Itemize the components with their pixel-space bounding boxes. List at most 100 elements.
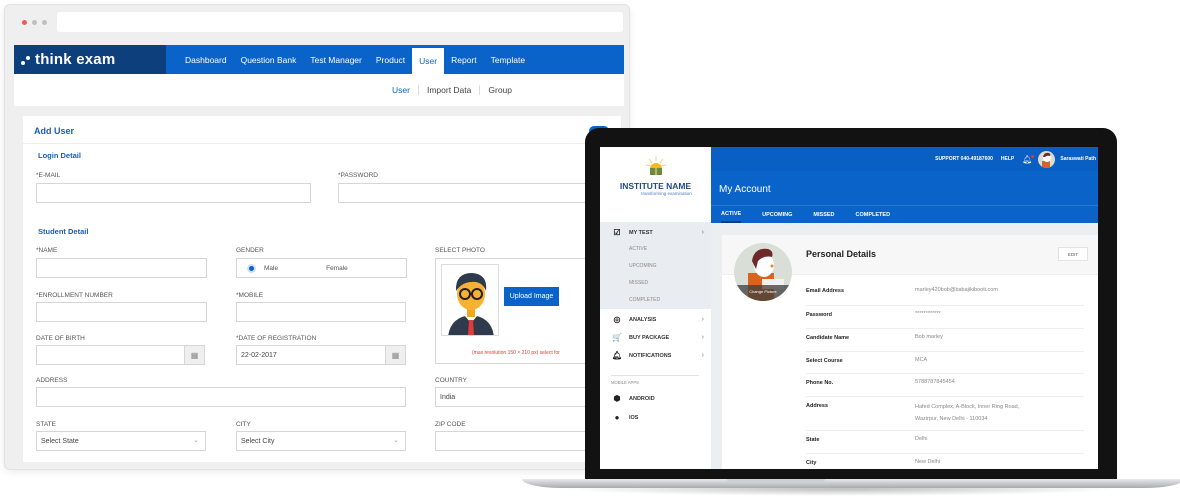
enrollment-field[interactable]: [36, 302, 207, 322]
detail-key: Select Course: [806, 358, 843, 364]
close-dot-icon[interactable]: [22, 20, 27, 25]
menu-analysis[interactable]: ◎ ANALYSIS ›: [612, 315, 705, 324]
support-phone[interactable]: SUPPORT 040-49187600: [935, 156, 993, 162]
dob-field[interactable]: ▦: [36, 345, 205, 365]
detail-row-city: City New Delhi: [806, 454, 1084, 469]
gender-radio-group: Male Female: [236, 258, 407, 278]
institute-name: INSTITUTE NAME: [619, 181, 692, 191]
photo-resolution-note: (max resolution 150 × 210 px) select for: [472, 350, 560, 356]
password-field[interactable]: [338, 183, 621, 203]
profile-picture[interactable]: Change Picture: [734, 243, 792, 301]
city-label: CITY: [236, 421, 251, 428]
name-field[interactable]: [36, 258, 207, 278]
chevron-down-icon: ⌄: [193, 437, 199, 444]
mobile-apps-caption: MOBILE APPS: [611, 380, 639, 385]
dor-value: 22-02-2017: [241, 351, 277, 359]
address-bar[interactable]: [57, 12, 623, 32]
sub-nav: User Import Data Group: [14, 74, 624, 106]
maximize-dot-icon[interactable]: [42, 20, 47, 25]
address-field[interactable]: [36, 387, 406, 407]
upload-image-button[interactable]: Upload Image: [504, 287, 559, 306]
menu-notifications[interactable]: 🔔︎ NOTIFICATIONS ›: [612, 351, 704, 360]
mobile-label: *MOBILE: [236, 292, 264, 299]
detail-row-address: Address Hafed Complex, A-Block, Inner Ri…: [806, 397, 1084, 431]
country-label: COUNTRY: [435, 377, 468, 384]
submenu-completed[interactable]: COMPLETED: [629, 297, 660, 303]
menu-my-test[interactable]: ☑ MY TEST ›: [612, 228, 704, 237]
menu-analysis-label: ANALYSIS: [629, 316, 657, 323]
gender-male-label[interactable]: Male: [264, 265, 278, 272]
tab-active[interactable]: ACTIVE: [721, 206, 742, 223]
laptop-notch: [727, 479, 825, 483]
help-link[interactable]: HELP: [1001, 156, 1014, 162]
chevron-right-icon: ›: [701, 316, 704, 323]
institute-logo[interactable]: INSTITUTE NAME transforming examination: [600, 155, 711, 196]
email-label: *E-MAIL: [36, 172, 61, 179]
nav-user[interactable]: User: [412, 48, 445, 74]
detail-value: Delhi: [915, 436, 928, 442]
person-avatar-icon: [448, 273, 494, 335]
nav-question-bank[interactable]: Question Bank: [234, 45, 304, 74]
tab-missed[interactable]: MISSED: [813, 206, 834, 223]
city-select[interactable]: Select City ⌄: [236, 431, 406, 451]
main-nav: Dashboard Question Bank Test Manager Pro…: [166, 45, 532, 74]
zip-label: ZIP CODE: [435, 421, 466, 428]
state-label: STATE: [36, 421, 56, 428]
menu-buy-package[interactable]: 🛒 BUY PACKAGE ›: [612, 333, 704, 342]
nav-report[interactable]: Report: [444, 45, 484, 74]
page-title: My Account: [711, 171, 1098, 205]
menu-ios-label: IOS: [629, 414, 639, 421]
nav-test-manager[interactable]: Test Manager: [303, 45, 369, 74]
detail-value: ************: [915, 311, 941, 317]
brand-logo[interactable]: think exam: [14, 45, 166, 74]
country-value: India: [440, 393, 456, 401]
detail-row-course: Select Course MCA: [806, 352, 1084, 374]
subnav-user[interactable]: User: [384, 85, 418, 95]
menu-android[interactable]: ⬢ ANDROID: [612, 394, 704, 403]
nav-template[interactable]: Template: [484, 45, 533, 74]
state-select[interactable]: Select State ⌄: [36, 431, 206, 451]
detail-row-state: State Delhi: [806, 431, 1084, 454]
submenu-upcoming[interactable]: UPCOMING: [629, 263, 657, 269]
submenu-missed[interactable]: MISSED: [629, 280, 648, 286]
subnav-import-data[interactable]: Import Data: [417, 85, 479, 95]
user-name[interactable]: Saraswati Path: [1060, 156, 1096, 162]
nav-dashboard[interactable]: Dashboard: [178, 45, 234, 74]
bell-outline-icon: 🔔︎: [612, 351, 623, 360]
student-sidebar: INSTITUTE NAME transforming examination …: [600, 147, 711, 469]
menu-ios[interactable]: ● IOS: [612, 413, 704, 422]
analysis-gauge-icon: ◎: [613, 315, 621, 324]
login-detail-heading: Login Detail: [38, 151, 81, 160]
menu-divider: [611, 375, 699, 376]
brand-name: think exam: [35, 51, 116, 68]
institute-sun-book-icon: [645, 155, 667, 177]
change-picture-label[interactable]: Change Picture: [734, 285, 792, 301]
student-detail-heading: Student Detail: [38, 227, 89, 236]
minimize-dot-icon[interactable]: [32, 20, 37, 25]
add-user-form: Add User Login Detail *E-MAIL *PASSWORD …: [23, 116, 623, 462]
radio-male[interactable]: [247, 263, 256, 273]
detail-value: marley420bob@babajikibooti.com: [915, 287, 998, 293]
edit-button[interactable]: EDIT: [1058, 247, 1088, 261]
email-field[interactable]: [36, 183, 311, 203]
detail-key: Address: [806, 403, 829, 409]
dor-label: *DATE OF REGISTRATION: [236, 335, 317, 342]
submenu-active[interactable]: ACTIVE: [629, 246, 647, 252]
calendar-icon[interactable]: ▦: [184, 346, 204, 364]
dor-field[interactable]: 22-02-2017 ▦: [236, 345, 406, 365]
laptop-base: [522, 479, 1180, 488]
detail-value: MCA: [915, 357, 928, 363]
app-header: think exam Dashboard Question Bank Test …: [14, 45, 624, 74]
tab-upcoming[interactable]: UPCOMING: [762, 206, 792, 223]
tab-completed[interactable]: COMPLETED: [856, 206, 891, 223]
user-avatar[interactable]: [1038, 150, 1056, 168]
notification-bell-icon[interactable]: 🔔︎: [1022, 154, 1035, 164]
calendar-icon[interactable]: ▦: [385, 346, 405, 364]
subnav-group[interactable]: Group: [479, 85, 520, 95]
detail-value: Bob marley: [915, 334, 943, 340]
portal-topbar: SUPPORT 040-49187600 HELP 🔔︎ Saraswati P…: [711, 147, 1098, 171]
cart-icon: 🛒: [612, 333, 622, 342]
gender-female-label[interactable]: Female: [326, 265, 348, 272]
nav-product[interactable]: Product: [369, 45, 412, 74]
mobile-field[interactable]: [236, 302, 406, 322]
